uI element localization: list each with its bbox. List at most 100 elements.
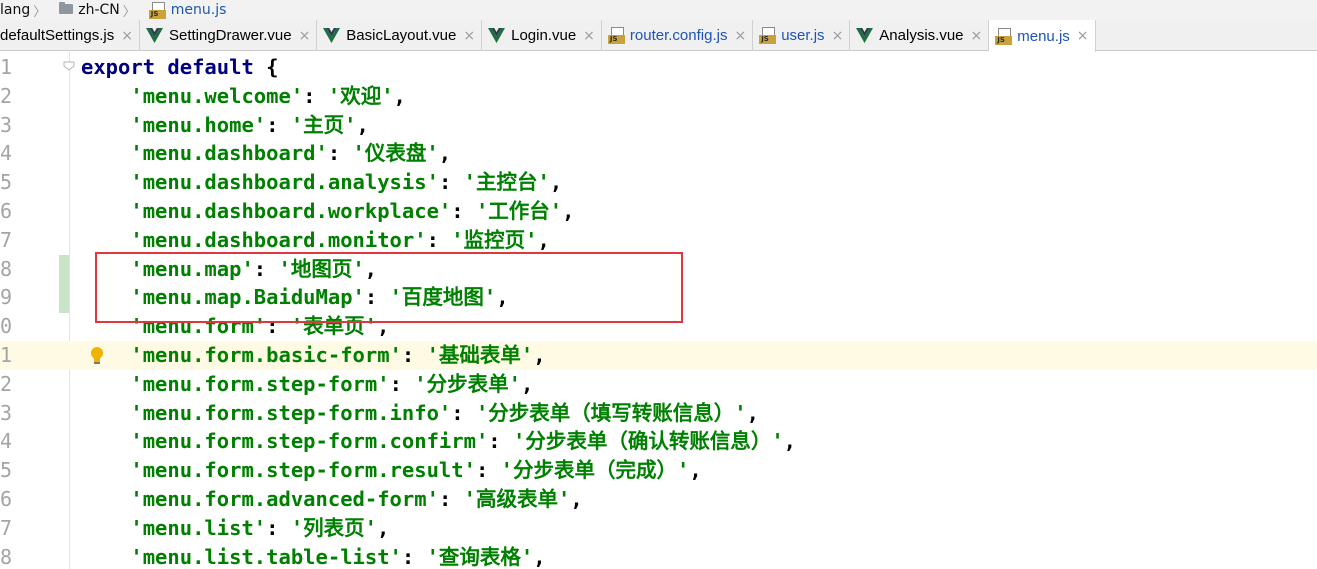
string-value-token: '基础表单'	[426, 343, 534, 367]
code-text: 'menu.list': '列表页',	[81, 514, 389, 543]
vcs-changed-marker	[59, 255, 69, 313]
code-text: 'menu.welcome': '欢迎',	[81, 82, 406, 111]
code-line[interactable]: 6 'menu.dashboard.workplace': '工作台',	[0, 197, 1317, 226]
code-line[interactable]: 8 'menu.list.table-list': '查询表格',	[0, 543, 1317, 569]
string-key-token: 'menu.form.step-form'	[130, 371, 390, 396]
code-token: ,	[570, 487, 583, 511]
code-editor[interactable]: 1 export default {2 'menu.welcome': '欢迎',…	[0, 52, 1317, 569]
code-token: ,	[438, 141, 452, 166]
tab-settingdrawer-vue[interactable]: SettingDrawer.vue ×	[140, 20, 318, 51]
vue-file-icon	[488, 28, 506, 43]
string-value-token: '主页'	[290, 112, 357, 137]
code-token: ,	[356, 112, 369, 137]
string-value-token: '列表页'	[290, 515, 378, 540]
string-key-token: 'menu.dashboard'	[130, 141, 328, 166]
close-icon[interactable]: ×	[971, 28, 983, 44]
close-icon[interactable]: ×	[121, 28, 133, 44]
tab-label: user.js	[781, 27, 825, 44]
tab-label: SettingDrawer.vue	[168, 27, 292, 44]
line-number: 5	[0, 170, 13, 195]
code-token: :	[438, 487, 464, 511]
code-token: :	[438, 170, 464, 195]
close-icon[interactable]: ×	[463, 28, 475, 44]
breadcrumb-item-zh-cn[interactable]: zh-CN 〉	[59, 0, 149, 20]
code-line[interactable]: 4 'menu.dashboard': '仪表盘',	[0, 139, 1317, 168]
line-number: 1	[0, 343, 13, 367]
code-token: :	[488, 429, 513, 454]
line-number: 0	[0, 314, 13, 339]
code-line[interactable]: 2 'menu.welcome': '欢迎',	[0, 82, 1317, 111]
tab-label: Analysis.vue	[879, 27, 964, 44]
code-token: ,	[520, 371, 534, 396]
annotation-highlight-box	[95, 252, 683, 323]
code-line[interactable]: 1 export default {	[0, 53, 1317, 82]
string-key-token: 'menu.form.basic-form'	[130, 343, 402, 367]
code-line[interactable]: 4 'menu.form.step-form.confirm': '分步表单（确…	[0, 427, 1317, 456]
fold-icon[interactable]	[63, 61, 75, 71]
breadcrumb-item-lang[interactable]: lang 〉	[0, 0, 59, 20]
line-number: 2	[0, 371, 13, 396]
tab-label: menu.js	[1017, 27, 1070, 45]
vue-file-icon	[145, 28, 163, 43]
line-number: 7	[0, 227, 13, 252]
js-file-icon: JS	[607, 27, 625, 44]
code-line[interactable]: 3 'menu.form.step-form.info': '分步表单（填写转账…	[0, 399, 1317, 428]
code-line[interactable]: 3 'menu.home': '主页',	[0, 111, 1317, 140]
code-text: 'menu.form.step-form': '分步表单',	[81, 370, 533, 399]
tab-menu-js[interactable]: JS menu.js ×	[989, 20, 1096, 52]
code-token: {	[266, 55, 279, 79]
code-text: 'menu.form.advanced-form': '高级表单',	[81, 485, 583, 514]
code-token: :	[426, 227, 452, 252]
code-token: ,	[689, 458, 702, 483]
code-token: ,	[783, 429, 797, 454]
vue-file-icon	[323, 28, 341, 43]
code-text: 'menu.dashboard.analysis': '主控台',	[81, 168, 562, 197]
breadcrumb: lang 〉 zh-CN 〉 JS menu.js	[0, 0, 1317, 20]
lightbulb-icon[interactable]	[88, 345, 106, 367]
code-line[interactable]: 1 'menu.form.basic-form': '基础表单',	[0, 341, 1317, 370]
vue-file-icon	[856, 28, 874, 43]
breadcrumb-item-menu-js[interactable]: JS menu.js	[148, 0, 235, 20]
tab-analysis-vue[interactable]: Analysis.vue ×	[850, 20, 990, 51]
code-line[interactable]: 2 'menu.form.step-form': '分步表单',	[0, 370, 1317, 399]
code-text: export default {	[81, 53, 278, 82]
close-icon[interactable]: ×	[299, 28, 311, 44]
close-icon[interactable]: ×	[734, 28, 746, 44]
code-line[interactable]: 7 'menu.dashboard.monitor': '监控页',	[0, 226, 1317, 255]
breadcrumb-label: lang	[0, 2, 31, 18]
code-token: :	[327, 141, 353, 166]
string-value-token: '分步表单（完成）'	[500, 458, 690, 483]
tab-defaultsettings-js[interactable]: defaultSettings.js ×	[0, 20, 140, 51]
code-token: :	[389, 371, 415, 396]
tab-login-vue[interactable]: Login.vue ×	[482, 20, 602, 51]
code-token: :	[303, 83, 328, 108]
tab-basiclayout-vue[interactable]: BasicLayout.vue ×	[317, 20, 483, 51]
keyword-token: export default	[81, 55, 267, 79]
string-key-token: 'menu.home'	[130, 112, 267, 137]
tab-user-js[interactable]: JS user.js ×	[753, 20, 851, 51]
line-number: 6	[0, 199, 13, 223]
line-number: 4	[0, 141, 13, 166]
line-number: 4	[0, 429, 13, 454]
close-icon[interactable]: ×	[832, 28, 844, 44]
code-token: :	[401, 343, 427, 367]
code-line[interactable]: 5 'menu.dashboard.analysis': '主控台',	[0, 168, 1317, 197]
close-icon[interactable]: ×	[1077, 28, 1089, 44]
code-line[interactable]: 6 'menu.form.advanced-form': '高级表单',	[0, 485, 1317, 514]
code-line[interactable]: 7 'menu.list': '列表页',	[0, 514, 1317, 543]
code-token: ,	[533, 343, 546, 367]
tab-router-config-js[interactable]: JS router.config.js ×	[602, 20, 754, 51]
string-value-token: '分步表单（填写转账信息）'	[475, 400, 747, 425]
code-token: :	[451, 199, 476, 223]
code-line[interactable]: 5 'menu.form.step-form.result': '分步表单（完成…	[0, 456, 1317, 485]
editor-tab-bar: defaultSettings.js × SettingDrawer.vue × Bas…	[0, 20, 1317, 52]
tab-label: router.config.js	[629, 27, 728, 44]
code-text: 'menu.dashboard.monitor': '监控页',	[81, 226, 549, 255]
close-icon[interactable]: ×	[583, 28, 595, 44]
